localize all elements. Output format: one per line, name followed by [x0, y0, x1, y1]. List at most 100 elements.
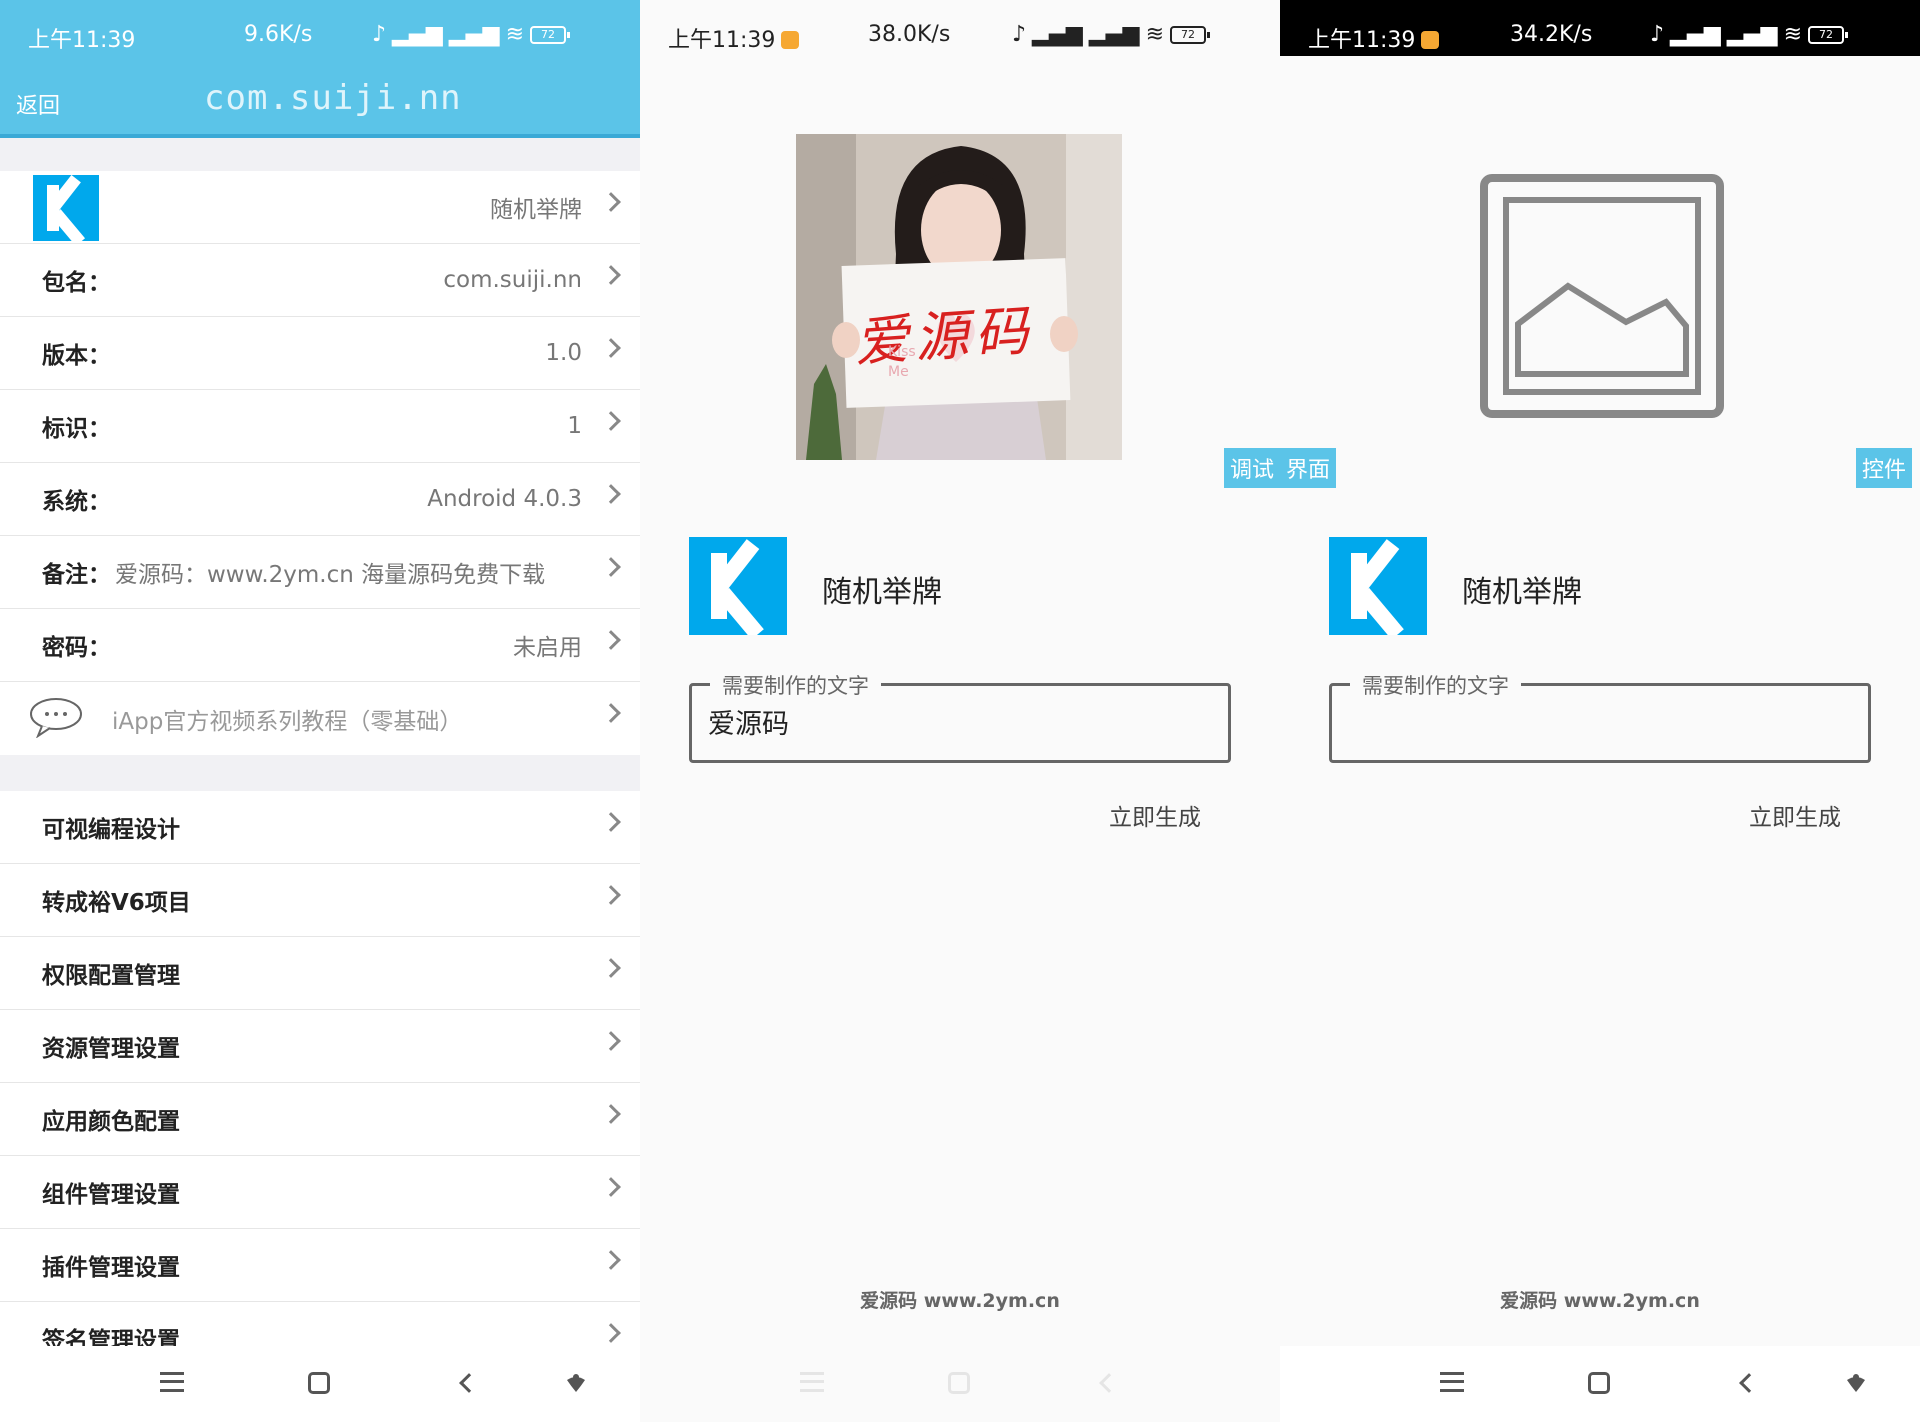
network-speed: 34.2K/s: [1510, 22, 1593, 47]
home-icon[interactable]: [1588, 1372, 1610, 1394]
info-row-password[interactable]: 密码： 未启用: [0, 609, 640, 682]
generated-sign-photo: 爱源码 Kiss Me: [796, 134, 1122, 460]
top-app-bar: 返回 com.suiji.nn: [0, 56, 640, 138]
chat-bubble-icon: [30, 698, 82, 738]
assistant-icon[interactable]: [565, 1372, 587, 1394]
sign-text: 爱源码: [852, 298, 1037, 375]
text-field: 需要制作的文字: [1329, 670, 1871, 763]
page-title: com.suiji.nn: [204, 78, 462, 118]
chevron-right-icon: [601, 630, 621, 650]
status-time: 上午11:39: [668, 22, 800, 54]
field-label: 需要制作的文字: [710, 670, 881, 700]
chevron-right-icon: [601, 411, 621, 431]
signal-icon: ▂▄▆: [1670, 22, 1721, 47]
chevron-right-icon: [601, 812, 621, 832]
control-tag[interactable]: 控件: [1856, 448, 1913, 488]
image-placeholder-icon: [1480, 174, 1724, 418]
navigation-bar: [640, 1346, 1280, 1422]
status-time: 上午11:39: [28, 28, 136, 53]
status-time: 上午11:39: [1308, 22, 1440, 54]
notification-icon: [1421, 31, 1440, 49]
back-arrow-icon[interactable]: [1099, 1373, 1119, 1393]
info-row-note[interactable]: 备注： 爱源码：www.2ym.cn 海量源码免费下载: [0, 536, 640, 609]
menu-icon[interactable]: [800, 1372, 824, 1392]
signal-icon: ▂▄▆: [392, 22, 443, 47]
ui-tag[interactable]: 界面: [1280, 448, 1337, 488]
signal-icon: ▂▄▆: [1726, 22, 1778, 47]
menu-item-resources[interactable]: 资源管理设置: [0, 1010, 640, 1083]
network-speed: 9.6K/s: [244, 22, 313, 47]
menu-item-plugins[interactable]: 插件管理设置: [0, 1229, 640, 1302]
chevron-right-icon: [601, 1323, 621, 1343]
info-row-version[interactable]: 版本： 1.0: [0, 317, 640, 390]
menu-item-permissions[interactable]: 权限配置管理: [0, 937, 640, 1010]
info-list: 随机举牌 包名： com.suiji.nn 版本： 1.0 标识： 1 系统： …: [0, 171, 640, 755]
chevron-right-icon: [601, 703, 621, 723]
signal-icon: ▂▄▆: [448, 22, 500, 47]
chevron-right-icon: [601, 192, 621, 212]
chevron-right-icon: [601, 1104, 621, 1124]
menu-item-colors[interactable]: 应用颜色配置: [0, 1083, 640, 1156]
mute-icon: ♪: [1650, 22, 1665, 47]
debug-tag[interactable]: 调试: [1224, 448, 1280, 488]
battery-icon: 72: [1808, 25, 1849, 44]
chevron-right-icon: [601, 885, 621, 905]
back-arrow-icon[interactable]: [459, 1373, 479, 1393]
battery-icon: 72: [530, 25, 571, 44]
preview-panel-filled: 上午11:39 38.0K/s ♪ ▂▄▆ ▂▄▆ ≋ 72 爱源码 Kiss …: [640, 0, 1280, 1422]
back-arrow-icon[interactable]: [1739, 1373, 1759, 1393]
text-field: 需要制作的文字: [689, 670, 1231, 763]
tutorial-row[interactable]: iApp官方视频系列教程（零基础）: [0, 682, 640, 755]
sign-text-input[interactable]: [1348, 706, 1848, 737]
app-logo-icon: [689, 537, 787, 635]
mute-icon: ♪: [372, 22, 387, 47]
back-button[interactable]: 返回: [16, 88, 60, 120]
menu-item-convert-v6[interactable]: 转成裕V6项目: [0, 864, 640, 937]
chevron-right-icon: [601, 484, 621, 504]
app-logo-icon: [33, 175, 99, 241]
chevron-right-icon: [601, 1031, 621, 1051]
status-bar: 上午11:39 34.2K/s ♪ ▂▄▆ ▂▄▆ ≋ 72: [1280, 0, 1920, 56]
navigation-bar: [0, 1346, 640, 1422]
generate-button[interactable]: 立即生成: [1749, 798, 1841, 832]
battery-icon: 72: [1170, 25, 1211, 44]
chevron-right-icon: [601, 557, 621, 577]
menu-item-visual-programming[interactable]: 可视编程设计: [0, 791, 640, 864]
network-speed: 38.0K/s: [868, 22, 951, 47]
home-icon[interactable]: [308, 1372, 330, 1394]
chevron-right-icon: [601, 338, 621, 358]
info-row-system[interactable]: 系统： Android 4.0.3: [0, 463, 640, 536]
app-header: 随机举牌: [689, 537, 1249, 635]
preview-panel-empty: 上午11:39 34.2K/s ♪ ▂▄▆ ▂▄▆ ≋ 72 界面 控件 随机举…: [1280, 0, 1920, 1422]
field-label: 需要制作的文字: [1350, 670, 1521, 700]
generate-button[interactable]: 立即生成: [1109, 798, 1201, 832]
assistant-icon[interactable]: [1845, 1372, 1867, 1394]
wifi-icon: ≋: [1783, 22, 1803, 47]
notification-icon: [781, 31, 800, 49]
footer-text: 爱源码 www.2ym.cn: [1500, 1290, 1700, 1312]
home-icon[interactable]: [948, 1372, 970, 1394]
menu-item-components[interactable]: 组件管理设置: [0, 1156, 640, 1229]
menu-icon[interactable]: [160, 1372, 184, 1392]
info-row-package[interactable]: 包名： com.suiji.nn: [0, 244, 640, 317]
sign-small-text: Kiss Me: [888, 344, 916, 380]
app-logo-icon: [1329, 537, 1427, 635]
chevron-right-icon: [601, 1250, 621, 1270]
app-name: 随机举牌: [822, 575, 942, 610]
chevron-right-icon: [601, 1177, 621, 1197]
footer-text: 爱源码 www.2ym.cn: [860, 1290, 1060, 1312]
app-icon-row[interactable]: 随机举牌: [0, 171, 640, 244]
menu-icon[interactable]: [1440, 1372, 1464, 1392]
wifi-icon: ≋: [1145, 22, 1165, 47]
app-settings-panel: 上午11:39 9.6K/s ♪ ▂▄▆ ▂▄▆ ≋ 72 返回 com.sui…: [0, 0, 640, 1422]
info-row-id[interactable]: 标识： 1: [0, 390, 640, 463]
tutorial-label: iApp官方视频系列教程（零基础）: [112, 708, 463, 735]
app-header: 随机举牌: [1329, 537, 1889, 635]
mute-icon: ♪: [1012, 22, 1027, 47]
chevron-right-icon: [601, 265, 621, 285]
app-name-value: 随机举牌: [490, 197, 582, 223]
app-name: 随机举牌: [1462, 575, 1582, 610]
status-bar: 上午11:39 38.0K/s ♪ ▂▄▆ ▂▄▆ ≋ 72: [640, 0, 1280, 56]
chevron-right-icon: [601, 958, 621, 978]
sign-text-input[interactable]: [708, 706, 1208, 737]
